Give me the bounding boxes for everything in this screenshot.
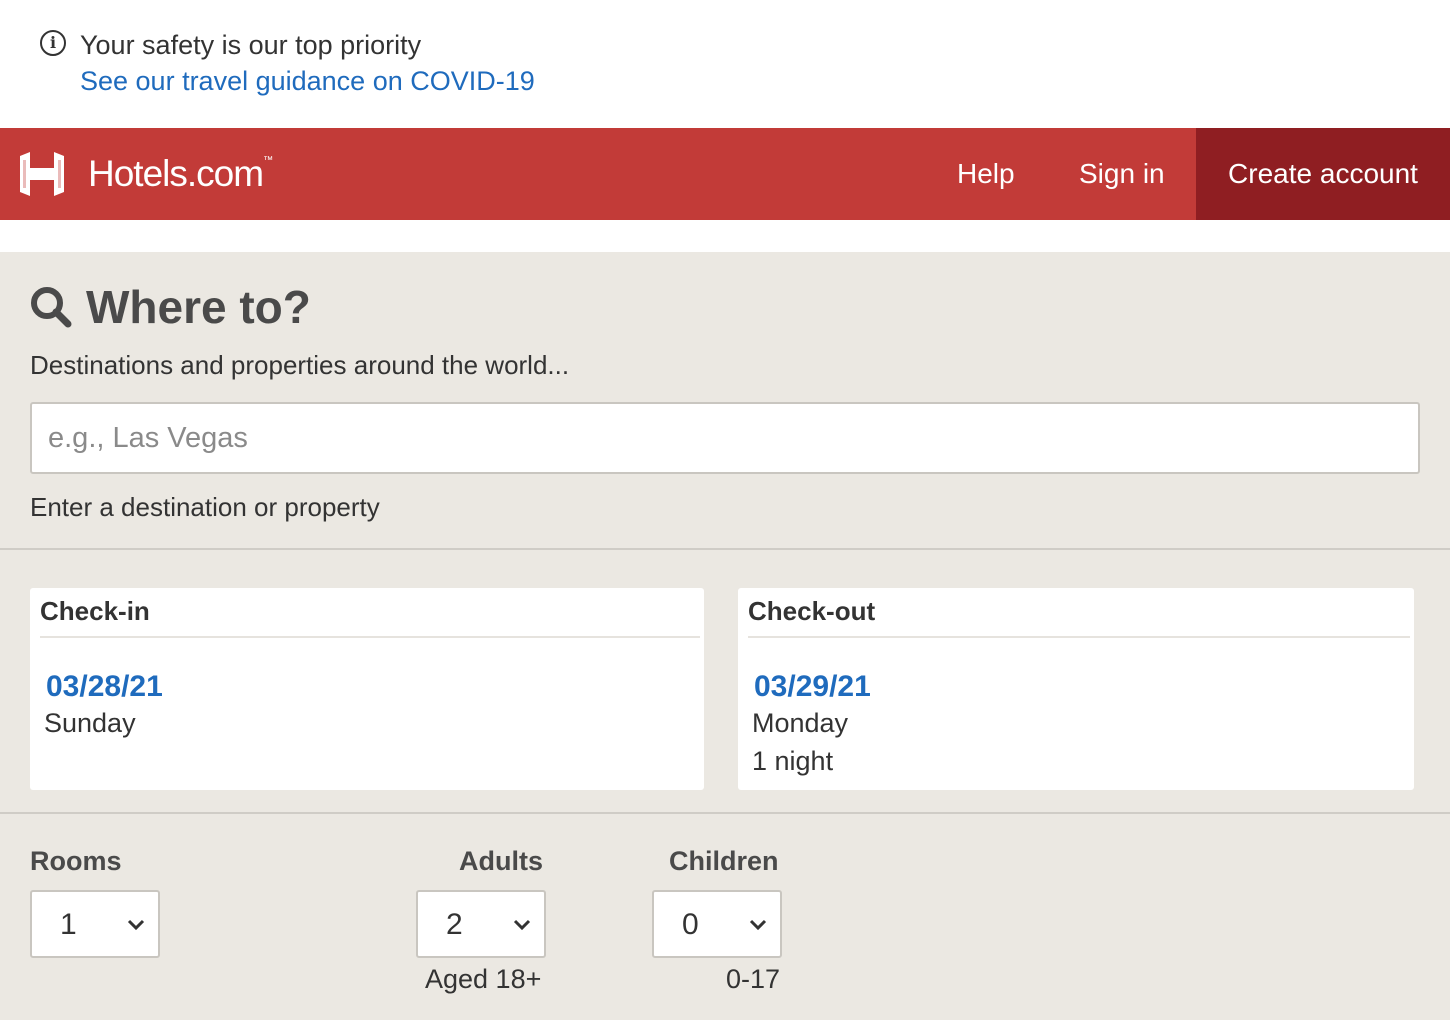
checkin-day: Sunday xyxy=(44,708,136,738)
checkin-card[interactable]: Check-in 03/28/21 Sunday xyxy=(30,588,704,790)
chevron-down-icon xyxy=(512,914,532,934)
help-link[interactable]: Help xyxy=(957,128,1015,220)
search-subtitle: Destinations and properties around the w… xyxy=(30,350,570,380)
rooms-label: Rooms xyxy=(30,846,122,876)
rooms-value: 1 xyxy=(60,908,77,941)
divider xyxy=(748,636,1410,638)
divider xyxy=(0,812,1450,814)
children-select[interactable]: 0 xyxy=(652,890,782,958)
sign-in-link[interactable]: Sign in xyxy=(1079,128,1165,220)
children-value: 0 xyxy=(682,908,699,941)
search-panel: Where to? Destinations and properties ar… xyxy=(0,252,1450,1020)
trademark: ™ xyxy=(263,154,274,166)
safety-banner: i Your safety is our top priority See ou… xyxy=(0,0,1450,128)
search-icon xyxy=(30,286,72,328)
children-age-note: 0-17 xyxy=(726,964,781,994)
hotels-h-logo-icon xyxy=(16,148,68,200)
page-title: Where to? xyxy=(86,281,311,333)
hotels-logo[interactable]: Hotels.com ™ xyxy=(16,148,273,200)
site-header: Hotels.com ™ Help Sign in Create account xyxy=(0,128,1450,220)
divider xyxy=(40,636,700,638)
chevron-down-icon xyxy=(748,914,768,934)
adults-label: Adults xyxy=(459,846,543,876)
covid-guidance-link[interactable]: See our travel guidance on COVID-19 xyxy=(80,66,535,97)
checkout-day: Monday xyxy=(752,708,849,738)
info-icon: i xyxy=(40,30,66,56)
checkout-card[interactable]: Check-out 03/29/21 Monday 1 night xyxy=(738,588,1414,790)
create-account-button[interactable]: Create account xyxy=(1196,128,1450,220)
destination-input[interactable] xyxy=(30,402,1420,474)
destination-hint: Enter a destination or property xyxy=(30,492,380,522)
brand-name: Hotels.com xyxy=(88,153,264,194)
checkout-date[interactable]: 03/29/21 xyxy=(754,670,871,704)
divider xyxy=(0,548,1450,550)
checkin-label: Check-in xyxy=(40,596,150,626)
checkin-date[interactable]: 03/28/21 xyxy=(46,670,163,704)
nights-count: 1 night xyxy=(752,746,834,776)
rooms-select[interactable]: 1 xyxy=(30,890,160,958)
chevron-down-icon xyxy=(126,914,146,934)
adults-value: 2 xyxy=(446,908,463,941)
safety-title: Your safety is our top priority xyxy=(80,30,422,60)
children-label: Children xyxy=(669,846,779,876)
checkout-label: Check-out xyxy=(748,596,876,626)
adults-age-note: Aged 18+ xyxy=(425,964,542,994)
adults-select[interactable]: 2 xyxy=(416,890,546,958)
